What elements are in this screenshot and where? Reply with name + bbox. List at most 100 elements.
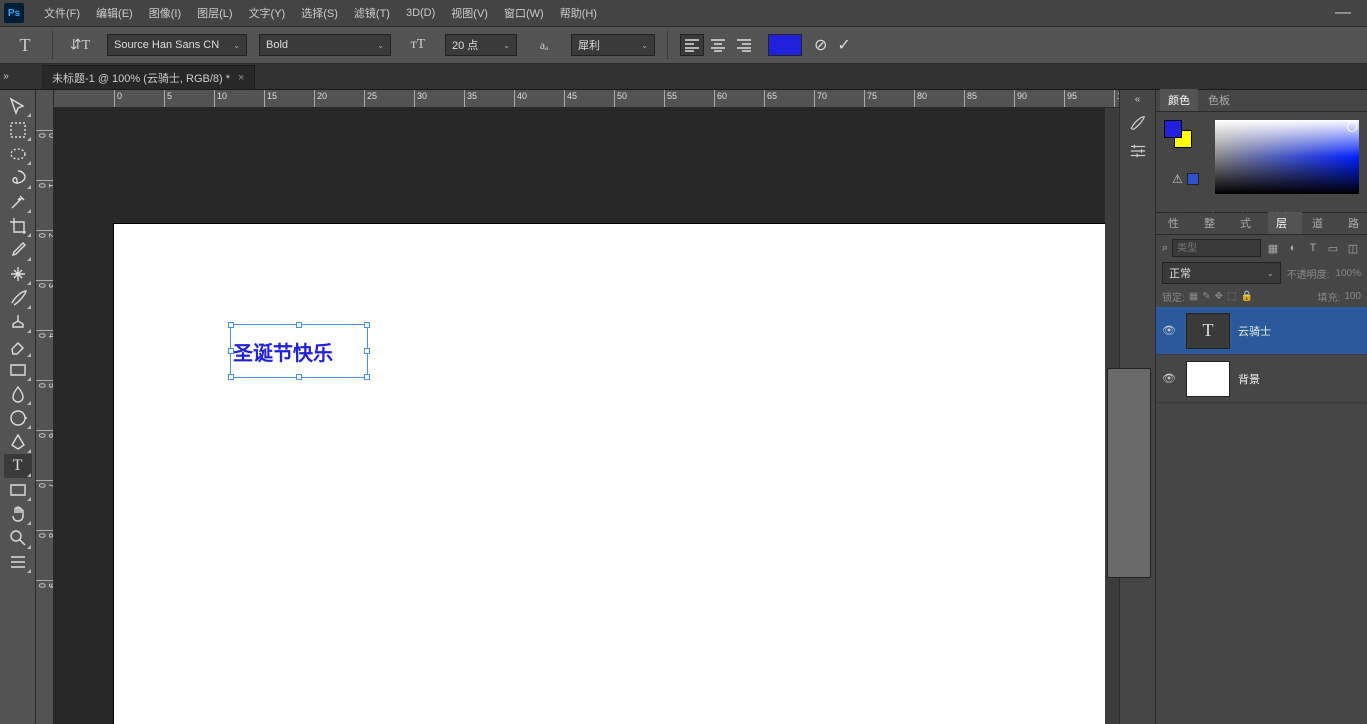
fill-value[interactable]: 100: [1344, 291, 1361, 302]
rectangle-tool[interactable]: [4, 478, 32, 502]
foreground-background-swatch[interactable]: [1164, 120, 1192, 148]
menu-item[interactable]: 3D(D): [398, 0, 443, 26]
canvas-text-content: 圣诞节快乐: [233, 337, 333, 366]
pen-tool[interactable]: [4, 430, 32, 454]
foreground-color[interactable]: [1164, 120, 1182, 138]
font-size-dropdown[interactable]: 20 点⌄: [445, 34, 517, 56]
vertical-ruler: 00102030405060708090: [36, 90, 54, 724]
gamut-warning-icon[interactable]: ⚠: [1172, 172, 1183, 186]
lasso-tool[interactable]: [4, 166, 32, 190]
text-color-swatch[interactable]: [768, 34, 802, 56]
menu-item[interactable]: 滤镜(T): [346, 0, 398, 26]
color-panel-tabs: 颜色 色板: [1156, 90, 1367, 112]
crop-tool[interactable]: [4, 214, 32, 238]
expand-left-icon[interactable]: »: [0, 63, 12, 89]
canvas[interactable]: 圣诞节快乐: [114, 224, 1114, 724]
cancel-button[interactable]: ⊘: [814, 35, 827, 55]
stamp-tool[interactable]: [4, 310, 32, 334]
antialias-dropdown[interactable]: 犀利⌄: [571, 34, 655, 56]
spot-heal-tool[interactable]: [4, 262, 32, 286]
visibility-toggle-icon[interactable]: 👁: [1162, 372, 1178, 385]
blur-tool[interactable]: [4, 382, 32, 406]
blend-mode-value: 正常: [1169, 265, 1191, 281]
visibility-toggle-icon[interactable]: 👁: [1162, 324, 1178, 337]
magic-wand-tool[interactable]: [4, 190, 32, 214]
marquee-tool[interactable]: [4, 118, 32, 142]
filter-shape-icon[interactable]: ▭: [1325, 240, 1341, 256]
tools-panel: T: [0, 90, 36, 724]
color-field[interactable]: [1215, 120, 1359, 194]
move-tool[interactable]: [4, 94, 32, 118]
tab-paths[interactable]: 路: [1340, 212, 1367, 234]
font-family-dropdown[interactable]: Source Han Sans CN⌄: [107, 34, 247, 56]
zoom-tool[interactable]: [4, 526, 32, 550]
menu-item[interactable]: 视图(V): [443, 0, 496, 26]
menu-item[interactable]: 编辑(E): [88, 0, 141, 26]
eyedropper-tool[interactable]: [4, 238, 32, 262]
right-panels: 颜色 色板 ⚠ 属性 调整 样式 图层 通道 路 ⌕: [1155, 90, 1367, 724]
menu-item[interactable]: 帮助(H): [552, 0, 605, 26]
minimize-button[interactable]: —: [1327, 0, 1367, 26]
font-style-dropdown[interactable]: Bold⌄: [259, 34, 391, 56]
opacity-value[interactable]: 100%: [1335, 268, 1361, 279]
search-icon: ⌕: [1162, 242, 1168, 255]
filter-adjust-icon[interactable]: ◐: [1285, 240, 1301, 256]
menu-item[interactable]: 图层(L): [189, 0, 240, 26]
ellipse-marquee-tool[interactable]: [4, 142, 32, 166]
layer-filter-bar: ⌕ ▦ ◐ T ▭ ◫: [1156, 235, 1367, 261]
filter-pixel-icon[interactable]: ▦: [1265, 240, 1281, 256]
horizontal-ruler: 0510152025303540455055606570758085909510…: [68, 90, 1119, 108]
close-tab-icon[interactable]: ×: [238, 72, 244, 84]
filter-smart-icon[interactable]: ◫: [1345, 240, 1361, 256]
commit-button[interactable]: ✓: [837, 35, 850, 55]
layer-name[interactable]: 背景: [1238, 371, 1260, 387]
lock-label: 锁定:: [1162, 289, 1185, 304]
lock-transparent-icon[interactable]: ▦: [1189, 291, 1198, 302]
adjustments-panel-icon[interactable]: [1124, 140, 1152, 162]
expand-panels-icon[interactable]: «: [1120, 94, 1155, 106]
app-logo: Ps: [4, 3, 24, 23]
tab-swatches[interactable]: 色板: [1200, 89, 1238, 111]
menu-item[interactable]: 文字(Y): [241, 0, 294, 26]
dodge-tool[interactable]: [4, 406, 32, 430]
layers-panel-tabs: 属性 调整 样式 图层 通道 路: [1156, 213, 1367, 235]
gradient-tool[interactable]: [4, 358, 32, 382]
lock-artboard-icon[interactable]: ⬚: [1227, 291, 1236, 302]
layer-name[interactable]: 云骑士: [1238, 323, 1271, 339]
menu-item[interactable]: 图像(I): [141, 0, 189, 26]
text-orientation-button[interactable]: ⇵T: [65, 30, 95, 60]
menu-item[interactable]: 窗口(W): [496, 0, 552, 26]
lock-pixels-icon[interactable]: ✎: [1202, 291, 1210, 302]
layer-row[interactable]: 👁 T 云骑士: [1156, 307, 1367, 355]
menu-bar: Ps 文件(F)编辑(E)图像(I)图层(L)文字(Y)选择(S)滤镜(T)3D…: [0, 0, 1367, 26]
antialias-icon: aₐ: [529, 30, 559, 60]
font-style-value: Bold: [266, 39, 288, 51]
layer-thumbnail[interactable]: [1186, 361, 1230, 397]
font-size-icon: тT: [403, 30, 433, 60]
brush-panel-icon[interactable]: [1124, 112, 1152, 134]
lock-all-icon[interactable]: 🔒: [1240, 291, 1252, 302]
eraser-tool[interactable]: [4, 334, 32, 358]
menu-item[interactable]: 文件(F): [36, 0, 88, 26]
tab-color[interactable]: 颜色: [1160, 89, 1198, 111]
layers-list: 👁 T 云骑士 👁 背景: [1156, 307, 1367, 724]
layer-thumbnail[interactable]: T: [1186, 313, 1230, 349]
lock-position-icon[interactable]: ✥: [1215, 291, 1223, 302]
blend-mode-dropdown[interactable]: 正常⌄: [1162, 262, 1281, 284]
layer-row[interactable]: 👁 背景: [1156, 355, 1367, 403]
font-family-value: Source Han Sans CN: [114, 39, 219, 51]
hand-tool[interactable]: [4, 502, 32, 526]
type-tool[interactable]: T: [4, 454, 32, 478]
filter-type-icon[interactable]: T: [1305, 240, 1321, 256]
layer-filter-input[interactable]: [1172, 239, 1261, 257]
align-center-button[interactable]: [706, 34, 730, 56]
edit-toolbar[interactable]: [4, 550, 32, 574]
align-right-button[interactable]: [732, 34, 756, 56]
menu-item[interactable]: 选择(S): [293, 0, 346, 26]
vertical-scrollbar[interactable]: [1105, 108, 1119, 724]
web-safe-swatch[interactable]: [1187, 173, 1199, 185]
brush-tool[interactable]: [4, 286, 32, 310]
align-left-button[interactable]: [680, 34, 704, 56]
document-tab[interactable]: 未标题-1 @ 100% (云骑士, RGB/8) * ×: [42, 65, 255, 89]
text-box[interactable]: 圣诞节快乐: [230, 324, 368, 378]
